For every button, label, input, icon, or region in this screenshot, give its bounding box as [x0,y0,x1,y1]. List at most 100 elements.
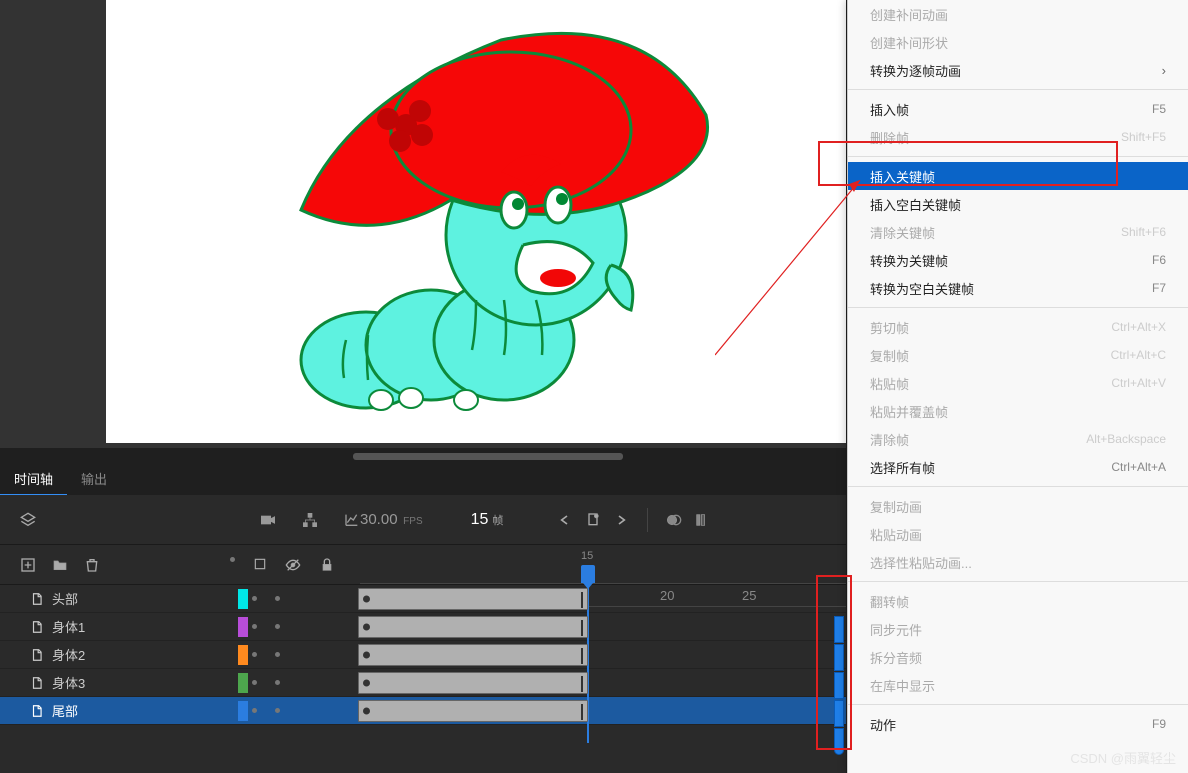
next-icon[interactable] [613,512,629,528]
menu-label: 复制帧 [870,346,909,365]
menu-item[interactable]: 转换为空白关键帧F7 [848,274,1188,302]
timeline-panel: 30.00 FPS 15帧 5 10 20 25 15 [0,495,846,773]
menu-item[interactable]: 选择所有帧Ctrl+Alt+A [848,453,1188,481]
menu-item[interactable]: 插入空白关键帧 [848,190,1188,218]
layer-name: 身体3 [52,673,85,692]
menu-item[interactable]: 插入关键帧 [848,162,1188,190]
keyframe-end[interactable] [581,676,583,692]
menu-item: 粘贴动画 [848,520,1188,548]
keyframe-marker-icon[interactable] [585,512,601,528]
menu-item[interactable]: 插入帧F5 [848,95,1188,123]
layers-icon[interactable] [20,512,36,528]
menu-item: 粘贴帧Ctrl+Alt+V [848,369,1188,397]
watermark: CSDN @雨翼轻尘 [1070,748,1176,767]
context-menu: 创建补间动画创建补间形状转换为逐帧动画›插入帧F5删除帧Shift+F5插入关键… [847,0,1188,773]
menu-label: 选择性粘贴动画... [870,553,972,572]
menu-shortcut: F7 [1152,281,1166,295]
page-icon [30,620,44,634]
menu-item: 复制动画 [848,492,1188,520]
menu-shortcut: Shift+F6 [1121,225,1166,239]
menu-label: 翻转帧 [870,592,909,611]
menu-item: 翻转帧 [848,587,1188,615]
page-icon [30,704,44,718]
keyframe-start[interactable] [363,624,370,631]
layer-color-chip[interactable] [238,645,248,665]
keyframe-end[interactable] [581,648,583,664]
hierarchy-icon[interactable] [302,512,318,528]
layer-name: 头部 [52,589,78,608]
current-frame[interactable]: 15 [471,511,489,528]
menu-item: 剪切帧Ctrl+Alt+X [848,313,1188,341]
menu-label: 粘贴帧 [870,374,909,393]
columns-icon[interactable] [694,512,710,528]
menu-item[interactable]: 转换为逐帧动画 › [848,56,1188,84]
highlight-dot-icon[interactable] [230,557,235,562]
keyframe-start[interactable] [363,680,370,687]
menu-item: 粘贴并覆盖帧 [848,397,1188,425]
menu-label: 清除帧 [870,430,909,449]
menu-label: 转换为逐帧动画 [870,61,961,80]
layer-color-chip[interactable] [238,673,248,693]
frame-span[interactable] [358,672,588,694]
onion-icon[interactable] [666,512,682,528]
menu-shortcut: Ctrl+Alt+X [1111,320,1166,334]
panel-tabs: 时间轴 输出 [0,463,121,496]
menu-label: 同步元件 [870,620,922,639]
menu-item: 清除关键帧Shift+F6 [848,218,1188,246]
caterpillar-drawing [106,0,846,443]
layer-row[interactable]: 尾部 [0,697,846,725]
layer-row[interactable]: 身体3 [0,669,846,697]
menu-label: 在库中显示 [870,676,935,695]
menu-label: 复制动画 [870,497,922,516]
menu-item[interactable]: 动作 F9 [848,710,1188,738]
keyframe-start[interactable] [363,596,370,603]
menu-item: 选择性粘贴动画... [848,548,1188,576]
menu-shortcut: F6 [1152,253,1166,267]
graph-icon[interactable] [344,512,360,528]
tab-output[interactable]: 输出 [67,463,121,496]
menu-shortcut: Ctrl+Alt+C [1111,348,1166,362]
insert-frame-indicators [834,616,844,756]
frame-span[interactable] [358,700,588,722]
menu-item: 清除帧Alt+Backspace [848,425,1188,453]
submenu-arrow-icon: › [1162,63,1166,78]
lock-icon[interactable] [319,557,335,573]
keyframe-start[interactable] [363,708,370,715]
layer-color-chip[interactable] [238,617,248,637]
layer-row[interactable]: 身体1 [0,613,846,641]
outline-icon[interactable] [253,557,267,571]
frame-span[interactable] [358,616,588,638]
menu-shortcut: F9 [1152,717,1166,731]
layer-color-chip[interactable] [238,701,248,721]
folder-icon[interactable] [52,557,68,573]
menu-item: 创建补间动画 [848,0,1188,28]
layer-name: 身体1 [52,617,85,636]
layer-row[interactable]: 头部 [0,585,846,613]
tab-timeline[interactable]: 时间轴 [0,463,67,496]
frame-span[interactable] [358,588,588,610]
menu-label: 插入关键帧 [870,167,935,186]
layer-row[interactable]: 身体2 [0,641,846,669]
trash-icon[interactable] [84,557,100,573]
fps-value[interactable]: 30.00 [360,511,398,528]
menu-label: 动作 [870,715,896,734]
stage-canvas[interactable] [106,0,846,443]
prev-icon[interactable] [557,512,573,528]
frame-span[interactable] [358,644,588,666]
menu-label: 转换为关键帧 [870,251,948,270]
keyframe-end[interactable] [581,704,583,720]
camera-icon[interactable] [260,512,276,528]
menu-item: 在库中显示 [848,671,1188,699]
menu-item[interactable]: 转换为关键帧 F6 [848,246,1188,274]
menu-item: 同步元件 [848,615,1188,643]
add-layer-icon[interactable] [20,557,36,573]
canvas-area [0,0,846,448]
visibility-icon[interactable] [285,557,301,573]
keyframe-end[interactable] [581,620,583,636]
keyframe-end[interactable] [581,592,583,608]
layers-list: 头部 身体1 身体2 [0,585,846,725]
menu-shortcut: Shift+F5 [1121,130,1166,144]
canvas-scroll-h[interactable] [353,453,623,460]
keyframe-start[interactable] [363,652,370,659]
layer-color-chip[interactable] [238,589,248,609]
